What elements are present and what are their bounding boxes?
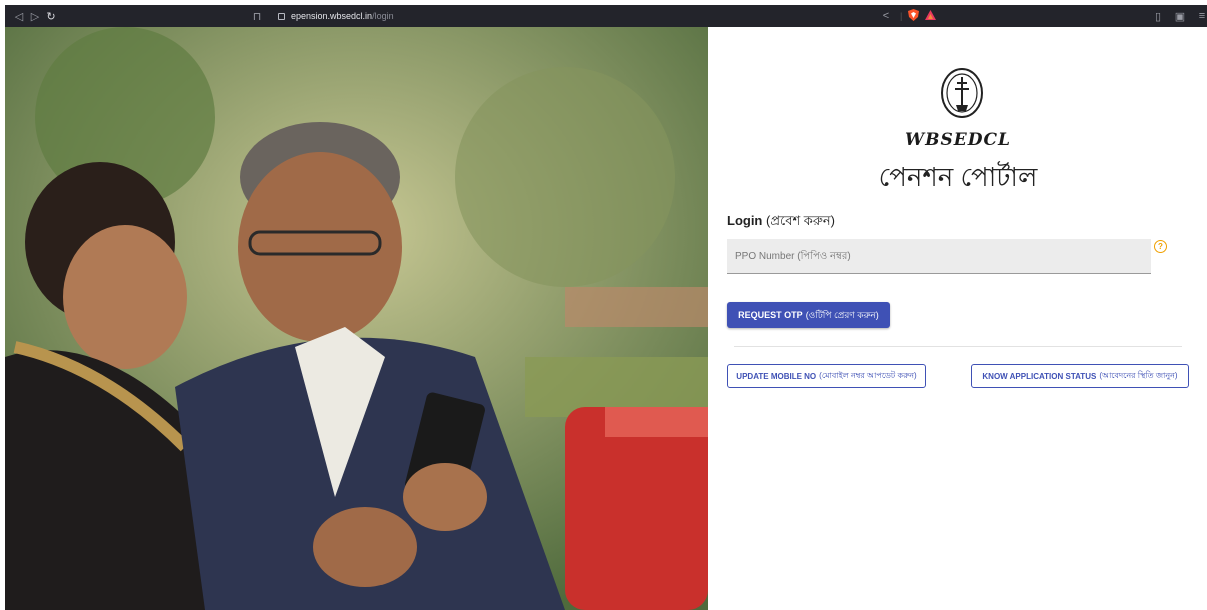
brand-name: WBSEDCL <box>905 130 1011 150</box>
login-heading-bn: (প্রবেশ করুন) <box>766 213 835 228</box>
login-heading: Login (প্রবেশ করুন) <box>727 212 835 233</box>
update-mobile-button[interactable]: UPDATE MOBILE NO (মোবাইল নম্বর আপডেট করু… <box>727 364 926 388</box>
brave-rewards-icon[interactable] <box>925 9 937 23</box>
address-bar[interactable]: epension.wbsedcl.in/login <box>278 10 394 22</box>
brave-shield-icon[interactable] <box>908 9 920 23</box>
portal-title: পেনশন পোর্টাল <box>878 162 1038 192</box>
forward-icon[interactable]: ▷ <box>27 8 43 24</box>
sidebar-icon[interactable]: ▯ <box>1150 8 1166 24</box>
nav-buttons: ◁ ▷ ↻ <box>11 5 59 27</box>
help-icon[interactable]: ? <box>1154 240 1167 253</box>
share-icon[interactable]: < <box>878 8 894 24</box>
hero-photo-illustration <box>5 27 708 610</box>
update-mobile-label: UPDATE MOBILE NO <box>736 371 817 381</box>
wallet-icon[interactable]: ▣ <box>1172 8 1188 24</box>
url-path: /login <box>372 11 394 21</box>
bookmark-icon[interactable]: ⊓ <box>249 8 265 24</box>
lock-icon <box>278 12 285 20</box>
update-mobile-label-bn: (মোবাইল নম্বর আপডেট করুন) <box>819 370 917 380</box>
browser-toolbar: ◁ ▷ ↻ ⊓ epension.wbsedcl.in/login < | ▯ … <box>5 5 1207 27</box>
back-icon[interactable]: ◁ <box>11 8 27 24</box>
address-actions: < | <box>878 8 937 24</box>
wbsedcl-seal-icon <box>940 67 984 123</box>
login-heading-en: Login <box>727 213 763 228</box>
request-otp-button[interactable]: REQUEST OTP (ওটিপি প্রেরণ করুন) <box>727 302 890 328</box>
login-panel: WBSEDCL পেনশন পোর্টাল Login (প্রবেশ করুন… <box>708 27 1207 610</box>
menu-icon[interactable]: ≡ <box>1194 8 1207 24</box>
window-actions: ▯ ▣ ≡ <box>1150 8 1207 24</box>
request-otp-label-bn: (ওটিপি প্রেরণ করুন) <box>805 309 879 320</box>
know-status-label-bn: (আবেদনের স্থিতি জানুন) <box>1099 370 1178 380</box>
divider <box>734 346 1182 347</box>
know-status-label: KNOW APPLICATION STATUS <box>982 371 1097 381</box>
request-otp-label: REQUEST OTP <box>738 310 803 320</box>
ppo-number-input[interactable] <box>727 239 1151 274</box>
know-status-button[interactable]: KNOW APPLICATION STATUS (আবেদনের স্থিতি … <box>971 364 1189 388</box>
hero-photo <box>5 27 708 610</box>
url-host: epension.wbsedcl.in <box>291 11 373 21</box>
reload-icon[interactable]: ↻ <box>43 8 59 24</box>
